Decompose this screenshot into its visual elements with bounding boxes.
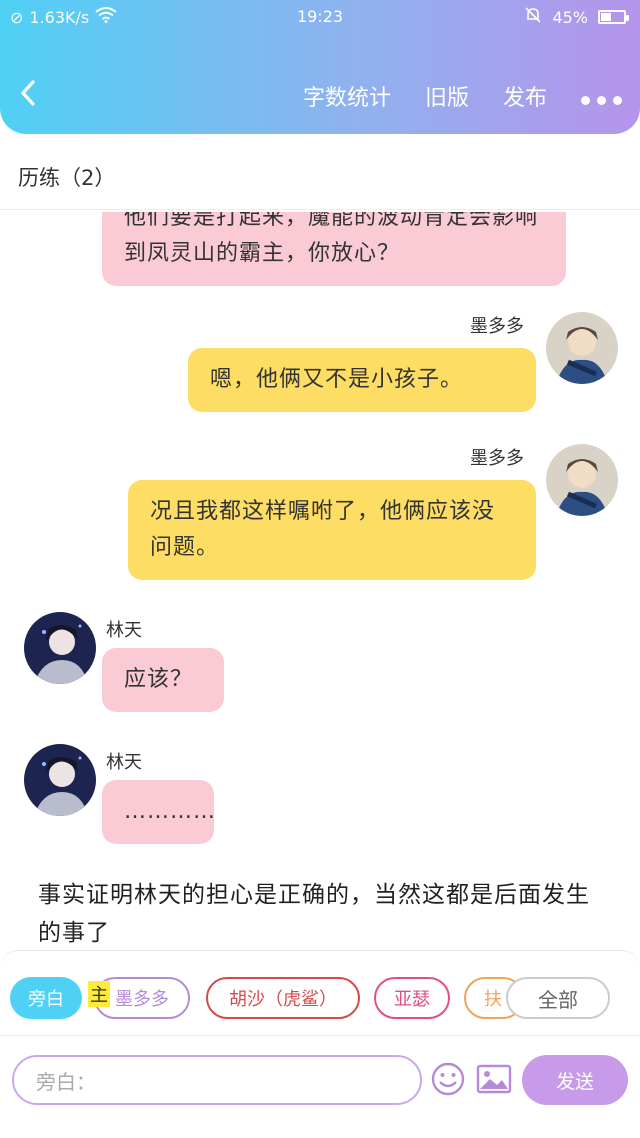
back-button[interactable] — [18, 78, 52, 112]
chevron-left-icon — [21, 80, 35, 106]
top-header: ⊘ 1.63K/s 19:23 45% 字数统计 旧版 发布 — [0, 0, 640, 134]
send-button[interactable]: 发送 — [522, 1055, 628, 1105]
main-character-tag: 主 — [88, 981, 110, 1007]
emoji-button[interactable] — [428, 1059, 468, 1099]
nav-bar: 字数统计 旧版 发布 — [0, 72, 640, 122]
message-bubble[interactable]: 应该？ — [102, 648, 224, 712]
narration-text[interactable]: 事实证明林天的担心是正确的，当然这都是后面发生的事了 — [38, 876, 608, 952]
chip-husha[interactable]: 胡沙（虎鲨） — [206, 977, 360, 1019]
sender-name: 林天 — [106, 752, 142, 773]
battery-icon — [598, 10, 629, 24]
sender-name: 墨多多 — [470, 316, 524, 337]
message-text: 况且我都这样嘱咐了，他俩应该没问题。 — [150, 499, 496, 560]
avatar[interactable] — [24, 744, 96, 816]
bell-mute-icon — [524, 6, 542, 28]
chat-list[interactable]: 他们要是打起来，魔能的波动肯定会影响到凤灵山的霸主，你放心？ 墨多多 嗯，他俩又… — [0, 212, 640, 952]
image-icon — [476, 1064, 512, 1094]
sender-name: 墨多多 — [470, 448, 524, 469]
divider — [0, 1035, 640, 1036]
chapter-title: 历练（2） — [0, 148, 640, 210]
sender-name: 林天 — [106, 620, 142, 641]
image-button[interactable] — [474, 1059, 514, 1099]
message-bubble[interactable]: ………… — [102, 780, 216, 844]
avatar[interactable] — [546, 444, 618, 516]
old-version-button[interactable]: 旧版 — [425, 80, 469, 112]
status-bar: ⊘ 1.63K/s 19:23 45% — [0, 0, 640, 34]
avatar[interactable] — [546, 312, 618, 384]
chip-yase[interactable]: 亚瑟 — [374, 977, 450, 1019]
avatar[interactable] — [24, 612, 96, 684]
message-bubble[interactable]: 嗯，他俩又不是小孩子。 — [188, 348, 536, 412]
message-text: ………… — [124, 799, 216, 824]
more-options-icon[interactable] — [581, 80, 622, 112]
battery-percent: 45% — [552, 7, 588, 27]
message-input[interactable]: 旁白： — [12, 1055, 422, 1105]
message-text: 嗯，他俩又不是小孩子。 — [210, 367, 464, 392]
publish-button[interactable]: 发布 — [503, 80, 547, 112]
message-bubble[interactable]: 他们要是打起来，魔能的波动肯定会影响到凤灵山的霸主，你放心？ — [102, 212, 566, 286]
message-text: 应该？ — [124, 667, 194, 692]
chip-narrator[interactable]: 旁白 — [10, 977, 82, 1019]
chip-all[interactable]: 全部 — [506, 977, 610, 1019]
word-count-button[interactable]: 字数统计 — [303, 80, 391, 112]
message-text: 他们要是打起来，魔能的波动肯定会影响到凤灵山的霸主，你放心？ — [124, 212, 539, 266]
composer-panel: 旁白 墨多多 胡沙（虎鲨） 亚瑟 扶 全部 主 旁白： 发送 — [0, 950, 640, 1138]
smiley-icon — [431, 1062, 465, 1096]
message-bubble[interactable]: 况且我都这样嘱咐了，他俩应该没问题。 — [128, 480, 536, 580]
